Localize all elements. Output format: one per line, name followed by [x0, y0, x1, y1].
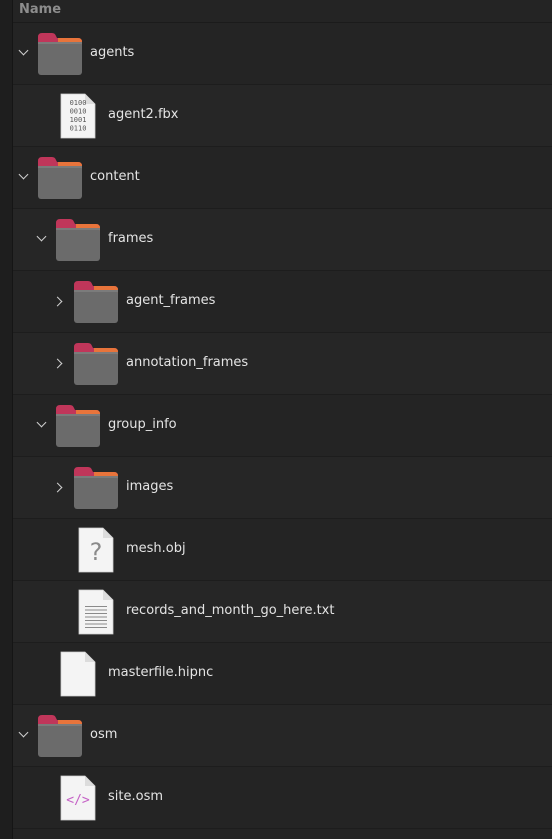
- chevron-down-icon[interactable]: [13, 167, 33, 187]
- folder-row[interactable]: agent_frames: [13, 271, 552, 333]
- folder-icon: [36, 155, 84, 201]
- folder-icon: [72, 341, 120, 387]
- folder-row[interactable]: group_info: [13, 395, 552, 457]
- column-header[interactable]: Name: [13, 0, 552, 23]
- name-column-header[interactable]: Name: [19, 2, 61, 17]
- chevron-down-icon[interactable]: [13, 43, 33, 63]
- svg-text:0010: 0010: [70, 108, 87, 116]
- folder-icon: [36, 713, 84, 759]
- folder-row[interactable]: annotation_frames: [13, 333, 552, 395]
- folder-icon: [72, 465, 120, 511]
- chevron-right-icon[interactable]: [49, 477, 69, 497]
- folder-row[interactable]: content: [13, 147, 552, 209]
- svg-text:0110: 0110: [70, 125, 87, 133]
- folder-row[interactable]: osm: [13, 705, 552, 767]
- item-name: frames: [108, 231, 154, 246]
- folder-icon: [36, 31, 84, 77]
- item-name: agent2.fbx: [108, 107, 179, 122]
- item-name: mesh.obj: [126, 541, 186, 556]
- item-name: site.osm: [108, 789, 164, 804]
- chevron-down-icon[interactable]: [13, 725, 33, 745]
- folder-icon: [72, 279, 120, 325]
- item-name: group_info: [108, 417, 177, 432]
- chevron-right-icon[interactable]: [49, 353, 69, 373]
- item-name: records_and_month_go_here.txt: [126, 603, 335, 618]
- chevron-down-icon[interactable]: [31, 415, 51, 435]
- xml-file-icon: </>: [54, 775, 102, 821]
- left-pane-border: [0, 0, 13, 839]
- file-row[interactable]: ? mesh.obj: [13, 519, 552, 581]
- item-name: agents: [90, 45, 135, 60]
- svg-text:0100: 0100: [70, 99, 87, 107]
- svg-text:</>: </>: [66, 793, 90, 808]
- text-file-icon: [72, 589, 120, 635]
- chevron-right-icon[interactable]: [49, 291, 69, 311]
- item-name: osm: [90, 727, 118, 742]
- binary-file-icon: 0100 0010 1001 0110: [54, 93, 102, 139]
- svg-text:1001: 1001: [70, 116, 87, 124]
- item-name: images: [126, 479, 174, 494]
- file-row[interactable]: 0100 0010 1001 0110 agent2.fbx: [13, 85, 552, 147]
- item-name: content: [90, 169, 140, 184]
- file-row[interactable]: masterfile.hipnc: [13, 643, 552, 705]
- chevron-down-icon[interactable]: [31, 229, 51, 249]
- folder-row[interactable]: frames: [13, 209, 552, 271]
- item-name: masterfile.hipnc: [108, 665, 214, 680]
- file-row[interactable]: </> site.osm: [13, 767, 552, 829]
- folder-icon: [54, 217, 102, 263]
- unknown-file-icon: ?: [72, 527, 120, 573]
- folder-icon: [54, 403, 102, 449]
- item-name: agent_frames: [126, 293, 216, 308]
- blank-file-icon: [54, 651, 102, 697]
- svg-text:?: ?: [90, 538, 103, 566]
- file-row[interactable]: records_and_month_go_here.txt: [13, 581, 552, 643]
- file-browser: Name agents 0100 0010 1001 0110 agent2.fbx …: [0, 0, 552, 839]
- folder-row[interactable]: images: [13, 457, 552, 519]
- file-tree: agents 0100 0010 1001 0110 agent2.fbx conte…: [13, 23, 552, 829]
- item-name: annotation_frames: [126, 355, 249, 370]
- folder-row[interactable]: agents: [13, 23, 552, 85]
